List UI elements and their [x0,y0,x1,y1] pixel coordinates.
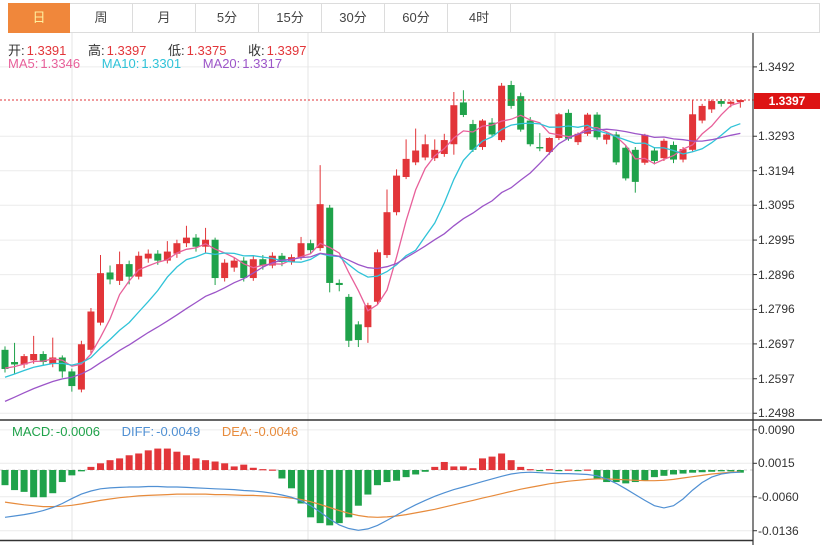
ma10-value: 1.3301 [141,56,181,71]
tab-day[interactable]: 日 [8,3,70,33]
candlestick-chart-canvas[interactable] [0,0,822,545]
tab-week[interactable]: 周 [70,4,133,32]
ma5-value: 1.3346 [40,56,80,71]
ma5-label: MA5: [8,56,38,71]
tab-30min[interactable]: 30分 [322,4,385,32]
price-axis-label: 1.3293 [758,129,820,143]
price-axis-label: 1.2697 [758,337,820,351]
diff-value: -0.0049 [156,424,200,439]
macd-readout: MACD:-0.0006 DIFF:-0.0049 DEA:-0.0046 [12,424,300,439]
price-axis-label: 1.2995 [758,233,820,247]
diff-label: DIFF: [122,424,155,439]
dea-value: -0.0046 [254,424,298,439]
macd-axis-label: 0.0015 [758,456,820,470]
price-axis-label: 1.2498 [758,406,820,420]
tab-month[interactable]: 月 [133,4,196,32]
macd-axis-label: 0.0090 [758,423,820,437]
price-axis-label: 1.3095 [758,198,820,212]
ma20-label: MA20: [203,56,241,71]
price-axis-label: 1.3194 [758,164,820,178]
price-axis-label: 1.2796 [758,302,820,316]
tab-4hour[interactable]: 4时 [448,4,511,32]
macd-axis-label: -0.0136 [758,524,820,538]
tab-5min[interactable]: 5分 [196,4,259,32]
macd-label: MACD: [12,424,54,439]
macd-axis-label: -0.0060 [758,490,820,504]
dea-label: DEA: [222,424,252,439]
ma-readout: MA5:1.3346 MA10:1.3301 MA20:1.3317 [8,56,284,71]
current-price-tag: 1.3397 [754,93,820,109]
ma10-label: MA10: [102,56,140,71]
tab-15min[interactable]: 15分 [259,4,322,32]
price-axis-label: 1.3492 [758,60,820,74]
ma20-value: 1.3317 [242,56,282,71]
tab-60min[interactable]: 60分 [385,4,448,32]
timeframe-tab-bar: 日 周 月 5分 15分 30分 60分 4时 [8,3,820,33]
price-axis-label: 1.2597 [758,372,820,386]
price-axis-label: 1.2896 [758,268,820,282]
macd-value: -0.0006 [56,424,100,439]
